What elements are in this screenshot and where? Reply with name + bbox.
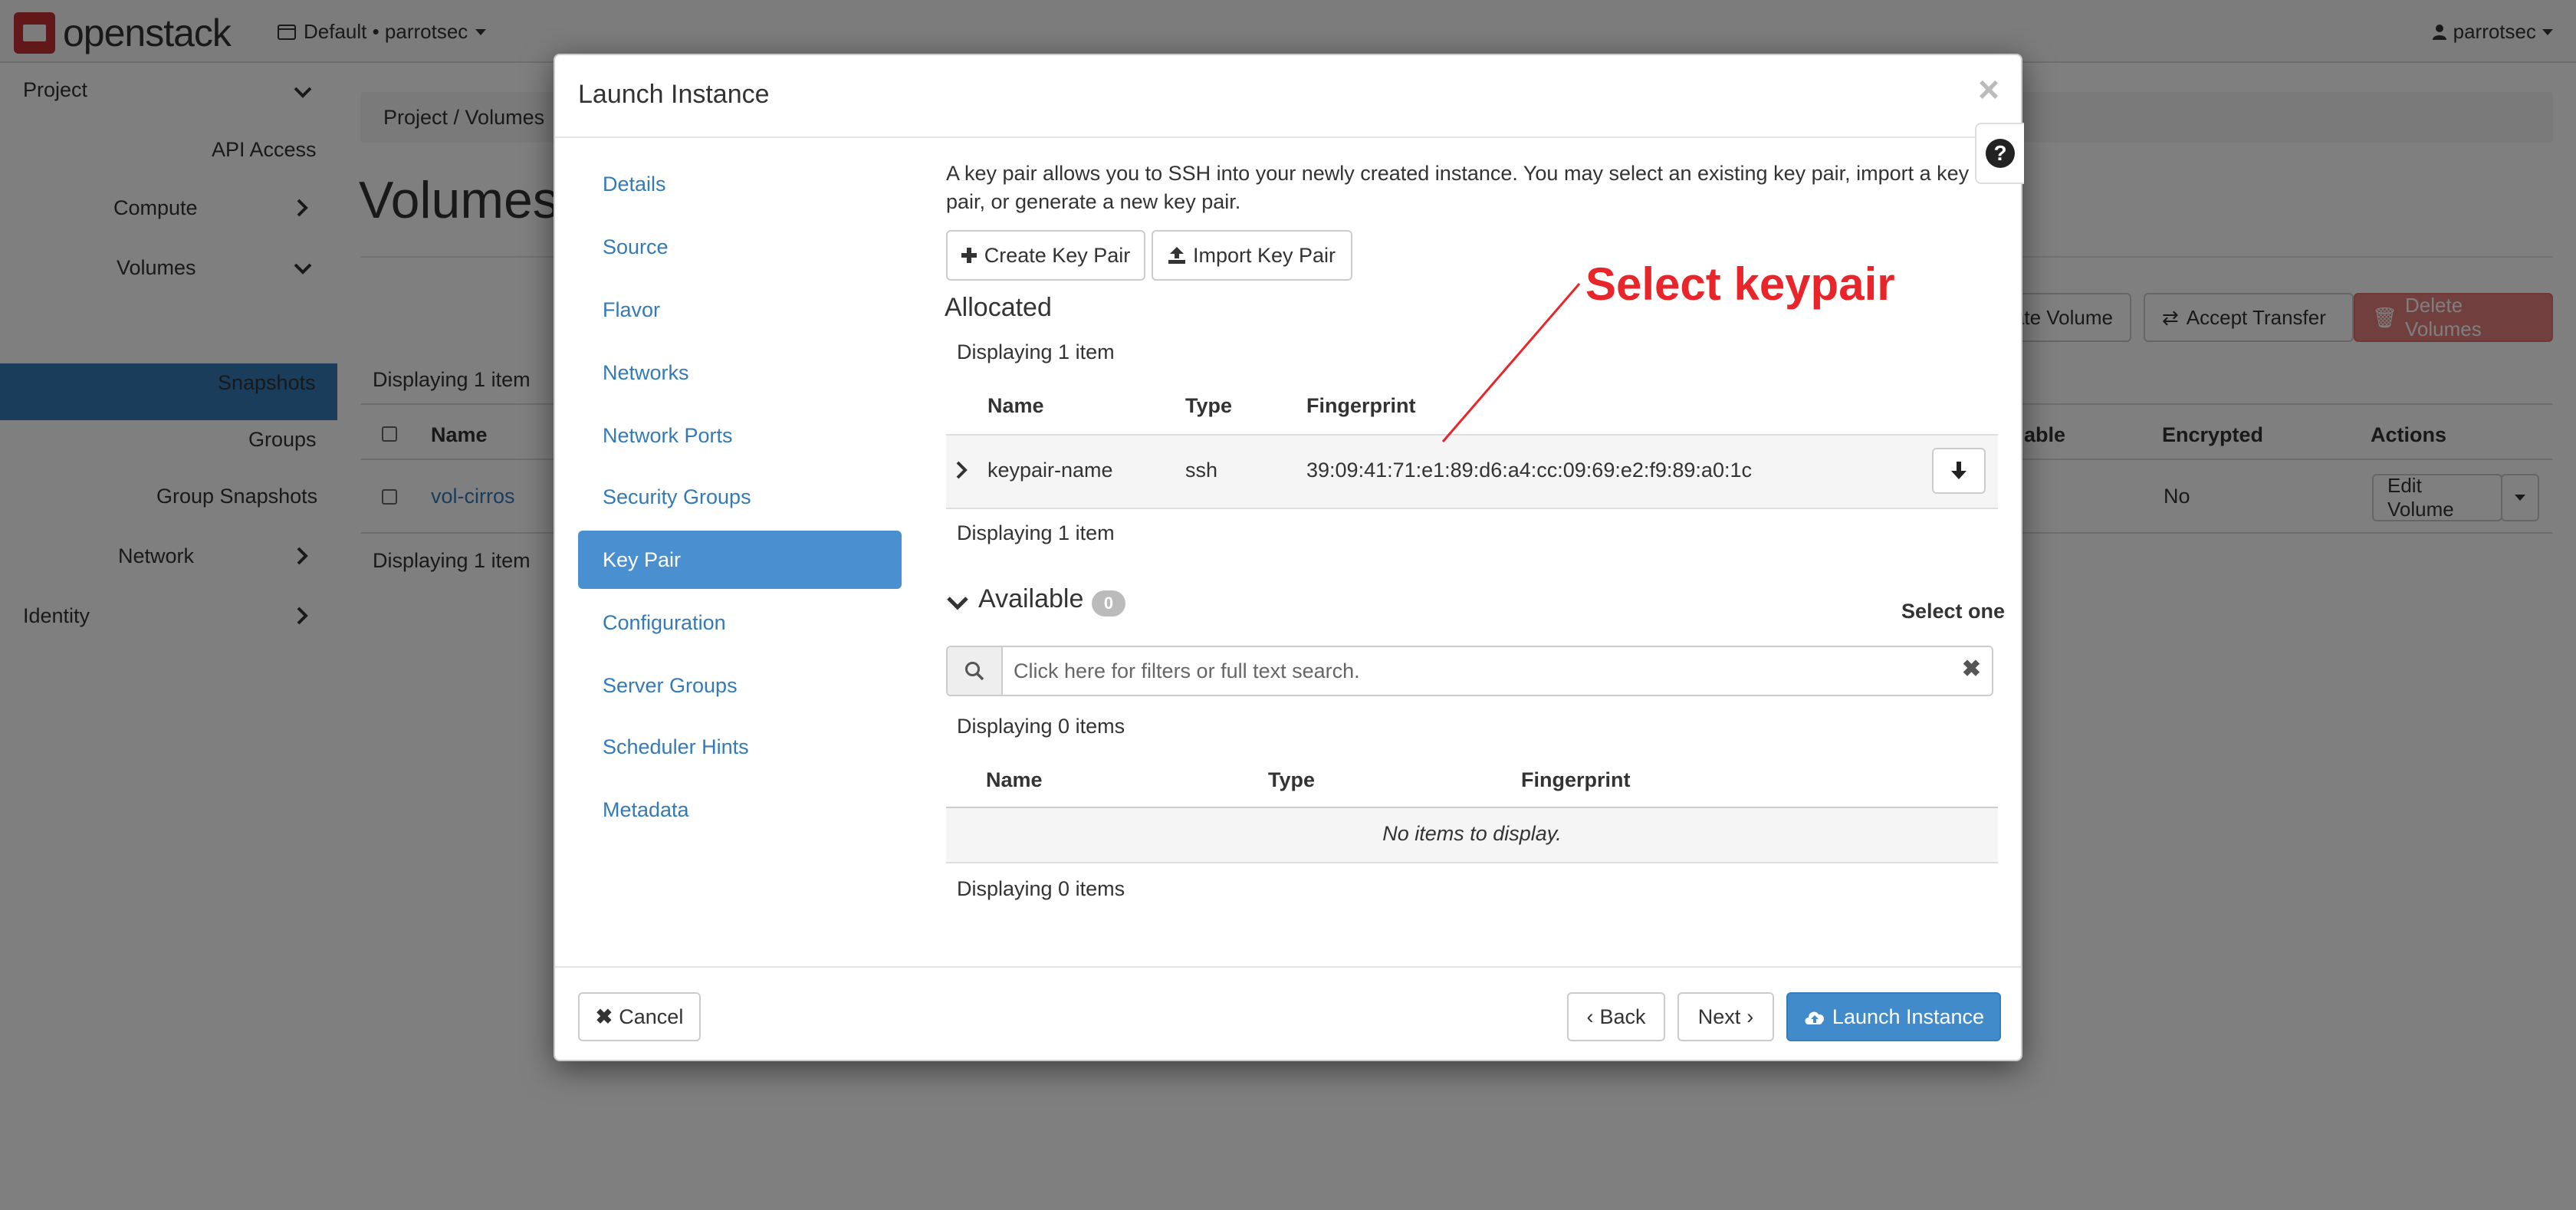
wizard-step-security-groups[interactable]: Security Groups (578, 468, 902, 526)
chevron-right-icon[interactable] (955, 460, 968, 480)
keypair-type: ssh (1185, 459, 1218, 482)
allocated-col-type: Type (1185, 394, 1233, 417)
launch-instance-label: Launch Instance (1832, 1004, 1985, 1028)
wizard-step-label: Flavor (603, 298, 661, 321)
back-label: Back (1599, 1004, 1646, 1028)
chevron-down-icon[interactable] (946, 595, 969, 612)
wizard-step-label: Metadata (603, 797, 689, 821)
allocated-count-bottom: Displaying 1 item (957, 521, 1115, 544)
allocated-col-fingerprint: Fingerprint (1306, 394, 1416, 417)
wizard-step-metadata[interactable]: Metadata (578, 781, 902, 839)
close-icon: ✖ (595, 1004, 613, 1028)
import-key-pair-label: Import Key Pair (1192, 243, 1336, 267)
select-one-label: Select one (1901, 600, 2006, 623)
create-key-pair-label: Create Key Pair (984, 243, 1131, 267)
create-key-pair-button[interactable]: Create Key Pair (946, 230, 1145, 281)
wizard-step-source[interactable]: Source (578, 218, 902, 276)
wizard-step-key-pair[interactable]: Key Pair (578, 531, 902, 589)
available-col-fingerprint: Fingerprint (1521, 768, 1631, 791)
close-icon[interactable]: × (1978, 72, 1999, 109)
wizard-step-label: Source (603, 235, 669, 258)
svg-text:?: ? (1993, 141, 2006, 165)
available-count-top: Displaying 0 items (957, 715, 1125, 738)
search-addon (948, 647, 1003, 695)
launch-instance-modal: Launch Instance × ? Details Source Flavo… (554, 54, 2024, 1061)
allocated-heading: Allocated (945, 293, 1052, 322)
allocated-col-name: Name (987, 394, 1044, 417)
keypair-name: keypair-name (987, 459, 1113, 482)
cloud-upload-icon (1805, 1011, 1824, 1024)
key-pair-description: A key pair allows you to SSH into your n… (946, 162, 1970, 213)
keypair-fingerprint: 39:09:41:71:e1:89:d6:a4:cc:09:69:e2:f9:8… (1306, 459, 1752, 482)
wizard-step-details[interactable]: Details (578, 155, 902, 213)
modal-title: Launch Instance (578, 80, 770, 109)
upload-icon (1168, 247, 1185, 264)
launch-instance-button[interactable]: Launch Instance (1786, 992, 2001, 1041)
wizard-step-label: Key Pair (603, 547, 682, 571)
search-input[interactable] (1014, 647, 1949, 695)
wizard-step-label: Networks (603, 360, 689, 384)
chevron-left-icon: ‹ (1586, 1004, 1594, 1028)
wizard-step-configuration[interactable]: Configuration (578, 593, 902, 652)
wizard-step-networks[interactable]: Networks (578, 344, 902, 402)
available-col-name: Name (986, 768, 1043, 791)
allocated-count-top: Displaying 1 item (957, 340, 1115, 363)
cancel-button[interactable]: ✖ Cancel (578, 992, 701, 1041)
no-items-message: No items to display. (1382, 822, 1562, 845)
next-button[interactable]: Next › (1677, 992, 1774, 1041)
question-circle-icon: ? (1986, 139, 2015, 168)
annotation-label: Select keypair (1585, 258, 1895, 310)
table-line (946, 862, 1998, 863)
wizard-step-network-ports[interactable]: Network Ports (578, 406, 902, 465)
wizard-step-server-groups[interactable]: Server Groups (578, 656, 902, 715)
wizard-step-flavor[interactable]: Flavor (578, 281, 902, 339)
deallocate-button[interactable] (1932, 448, 1986, 494)
wizard-step-label: Server Groups (603, 673, 738, 697)
filter-search-box: ✖ (946, 646, 1993, 696)
import-key-pair-button[interactable]: Import Key Pair (1152, 230, 1352, 281)
search-icon (965, 662, 984, 681)
available-col-type: Type (1268, 768, 1316, 791)
back-button[interactable]: ‹ Back (1567, 992, 1665, 1041)
plus-icon (961, 248, 977, 263)
arrow-down-icon (1951, 462, 1967, 479)
modal-header: Launch Instance × (555, 55, 2021, 138)
available-count-bottom: Displaying 0 items (957, 877, 1125, 900)
wizard-step-label: Details (603, 172, 666, 196)
available-count-badge: 0 (1092, 590, 1125, 617)
wizard-step-label: Security Groups (603, 485, 751, 508)
cancel-label: Cancel (619, 1004, 684, 1028)
table-line (946, 508, 1998, 509)
wizard-step-scheduler-hints[interactable]: Scheduler Hints (578, 718, 902, 776)
wizard-step-label: Configuration (603, 610, 726, 634)
wizard-step-label: Network Ports (603, 423, 733, 447)
chevron-right-icon: › (1746, 1004, 1754, 1028)
wizard-step-label: Scheduler Hints (603, 735, 749, 758)
clear-search-icon[interactable]: ✖ (1962, 658, 1981, 681)
available-heading[interactable]: Available (978, 584, 1083, 614)
next-label: Next (1697, 1004, 1741, 1028)
